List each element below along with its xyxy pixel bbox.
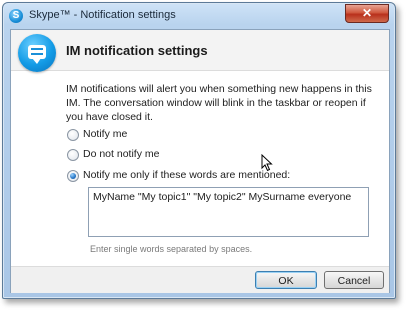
chat-bubble-icon <box>18 34 56 72</box>
close-icon: ✕ <box>361 6 373 20</box>
title-bar[interactable]: S Skype™ - Notification settings ✕ <box>3 3 395 29</box>
close-button[interactable]: ✕ <box>345 4 389 23</box>
option-label: Do not notify me <box>83 148 160 160</box>
dialog-title: IM notification settings <box>66 43 208 58</box>
option-label: Notify me <box>83 128 128 140</box>
ok-button[interactable]: OK <box>255 271 317 289</box>
keywords-input[interactable]: MyName "My topic1" "My topic2" MySurname… <box>88 187 369 237</box>
description-text: IM notifications will alert you when som… <box>66 83 372 123</box>
radio-do-not-notify[interactable] <box>67 149 79 161</box>
option-label: Notify me only if these words are mentio… <box>83 169 291 181</box>
radio-notify-keywords[interactable] <box>67 170 79 182</box>
window-title: Skype™ - Notification settings <box>29 9 176 21</box>
keywords-hint: Enter single words separated by spaces. <box>90 244 253 254</box>
notification-settings-window: S Skype™ - Notification settings ✕ IM no… <box>2 2 396 299</box>
cancel-button[interactable]: Cancel <box>324 271 384 289</box>
dialog-footer: OK Cancel <box>11 266 389 293</box>
dialog-body: IM notification settings IM notification… <box>10 29 390 293</box>
mouse-cursor-icon <box>261 154 273 172</box>
skype-icon: S <box>9 9 23 23</box>
screenshot-canvas: S Skype™ - Notification settings ✕ IM no… <box>0 0 412 319</box>
dialog-header: IM notification settings <box>11 30 389 72</box>
radio-notify-me[interactable] <box>67 129 79 141</box>
